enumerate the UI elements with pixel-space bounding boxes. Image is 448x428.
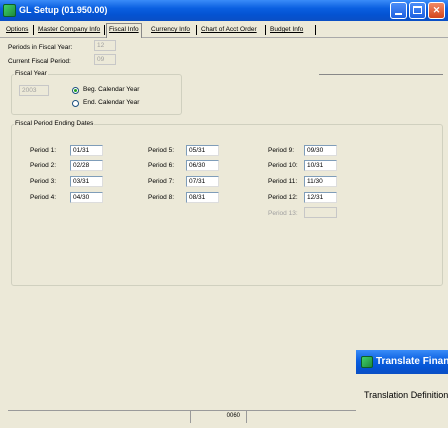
tab-separator: [33, 25, 34, 35]
tab-separator: [315, 25, 316, 35]
period-6-field[interactable]: 06/30: [186, 160, 219, 171]
current-fiscal-period-field[interactable]: 09: [94, 54, 116, 65]
period-9-label: Period 9:: [268, 147, 295, 154]
period-4-label: Period 4:: [30, 194, 57, 201]
status-code: 0060: [190, 411, 246, 423]
translation-definition-id-label: Translation Definition ID: [364, 390, 448, 400]
period-13-label: Period 13:: [268, 210, 298, 217]
periods-in-fiscal-year-label: Periods in Fiscal Year:: [8, 44, 73, 51]
tab-strip: Options Master Company Info Fiscal Info …: [0, 21, 448, 38]
period-8-field[interactable]: 08/31: [186, 192, 219, 203]
fiscal-year-group: Fiscal Year 2003 Beg. Calendar Year End.…: [11, 70, 182, 115]
period-7-label: Period 7:: [148, 178, 175, 185]
period-12-label: Period 12:: [268, 194, 298, 201]
maximize-icon: [413, 6, 422, 14]
translate-financial-window: Translate Financ Translation Definition …: [356, 350, 448, 428]
period-13-field[interactable]: [304, 207, 337, 218]
period-5-label: Period 5:: [148, 147, 175, 154]
fiscal-year-field[interactable]: 2003: [19, 85, 49, 96]
tab-master-company-info[interactable]: Master Company Info: [36, 24, 102, 37]
app-icon: [361, 356, 373, 368]
window-title: GL Setup (01.950.00): [19, 5, 108, 15]
beg-calendar-year-radio[interactable]: [72, 87, 79, 94]
period-11-field[interactable]: 11/30: [304, 176, 337, 187]
gl-setup-window: GL Setup (01.950.00) ✕ Options Master Co…: [0, 0, 448, 428]
close-button[interactable]: ✕: [428, 2, 445, 19]
periods-in-fiscal-year-field[interactable]: 12: [94, 40, 116, 51]
current-fiscal-period-label: Current Fiscal Period:: [8, 58, 71, 65]
period-4-field[interactable]: 04/30: [70, 192, 103, 203]
tab-separator: [196, 25, 197, 35]
beg-calendar-year-label: Beg. Calendar Year: [83, 86, 140, 93]
period-2-label: Period 2:: [30, 162, 57, 169]
tab-fiscal-info[interactable]: Fiscal Info: [106, 23, 142, 38]
status-panel: [246, 411, 356, 423]
fiscal-year-title: Fiscal Year: [14, 70, 48, 77]
maximize-button[interactable]: [409, 2, 426, 19]
period-11-label: Period 11:: [268, 178, 298, 185]
end-calendar-year-label: End. Calendar Year: [83, 99, 140, 106]
period-1-label: Period 1:: [30, 147, 57, 154]
tab-currency-info[interactable]: Currency Info: [149, 24, 192, 37]
period-10-label: Period 10:: [268, 162, 298, 169]
period-8-label: Period 8:: [148, 194, 175, 201]
tab-budget-info[interactable]: Budget Info: [268, 24, 305, 37]
period-3-field[interactable]: 03/31: [70, 176, 103, 187]
title-bar[interactable]: GL Setup (01.950.00) ✕: [0, 0, 448, 21]
translate-window-title-bar[interactable]: Translate Financ: [356, 350, 448, 374]
period-12-field[interactable]: 12/31: [304, 192, 337, 203]
period-1-field[interactable]: 01/31: [70, 145, 103, 156]
period-2-field[interactable]: 02/28: [70, 160, 103, 171]
period-6-label: Period 6:: [148, 162, 175, 169]
period-5-field[interactable]: 05/31: [186, 145, 219, 156]
period-10-field[interactable]: 10/31: [304, 160, 337, 171]
close-icon: ✕: [432, 5, 441, 15]
translate-window-title: Translate Financ: [376, 356, 448, 367]
period-ending-dates-title: Fiscal Period Ending Dates: [14, 120, 95, 127]
tab-separator: [104, 25, 105, 35]
period-9-field[interactable]: 09/30: [304, 145, 337, 156]
tab-chart-of-acct-order[interactable]: Chart of Acct Order: [199, 24, 259, 37]
tab-separator: [265, 25, 266, 35]
app-icon: [3, 4, 16, 17]
end-calendar-year-radio[interactable]: [72, 100, 79, 107]
divider-line: [319, 74, 443, 75]
minimize-button[interactable]: [390, 2, 407, 19]
period-7-field[interactable]: 07/31: [186, 176, 219, 187]
tab-options[interactable]: Options: [4, 24, 30, 37]
minimize-icon: [395, 13, 402, 15]
period-3-label: Period 3:: [30, 178, 57, 185]
